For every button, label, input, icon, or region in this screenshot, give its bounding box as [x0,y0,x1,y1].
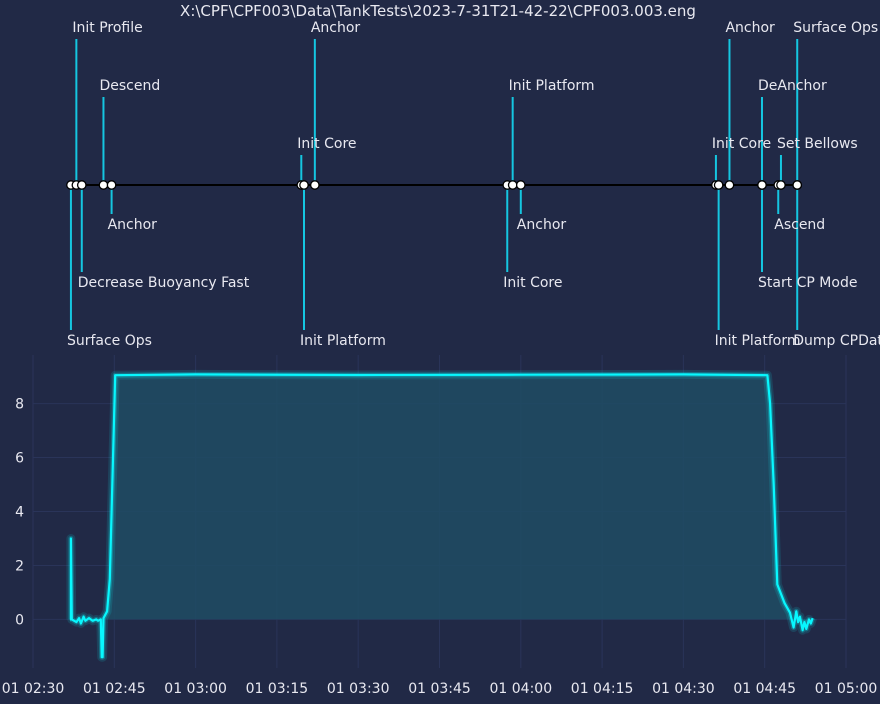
event-marker [76,180,87,190]
event-label: Decrease Buoyancy Fast [78,275,250,291]
y-tick-label: 6 [15,451,24,467]
chart-figure: X:\CPF\CPF003\Data\TankTests\2023-7-31T2… [2,2,880,697]
x-tick-label: 01 04:45 [733,681,796,697]
depth-area-fill [70,374,813,658]
event-label: Anchor [311,20,361,36]
event-label: Init Platform [715,333,801,349]
event-label: Anchor [725,20,775,36]
timeline-plot: Surface Ops Init Profile Decrease Buoyancy… [66,20,880,349]
x-tick-label: 01 04:15 [571,681,634,697]
event-label: DeAnchor [758,78,827,94]
event-label: Init Profile [72,20,142,36]
event-label: Anchor [517,217,567,233]
event-label: Surface Ops [793,20,878,36]
x-tick-label: 01 03:15 [246,681,309,697]
y-tick-label: 8 [15,397,24,413]
event-label: Init Platform [300,333,386,349]
event-label: Descend [99,78,160,94]
event-label: Init Core [712,136,771,152]
event-label: Dump CPData [793,333,880,349]
chart-canvas: X:\CPF\CPF003\Data\TankTests\2023-7-31T2… [0,0,880,700]
event-label: Ascend [774,217,825,233]
event-marker [792,180,803,190]
y-tick-label: 0 [15,612,24,628]
event-marker [309,180,320,190]
x-tick-label: 01 03:30 [327,681,390,697]
event-marker [515,180,526,190]
x-tick-label: 01 02:45 [83,681,146,697]
event-label: Anchor [108,217,158,233]
event-label: Set Bellows [777,136,858,152]
depth-plot: 01 02:30 01 02:45 01 03:00 01 03:15 01 03:30… [2,355,878,697]
event-label: Surface Ops [67,333,152,349]
event-label: Init Core [297,136,356,152]
event-marker [776,180,786,190]
event-marker [757,180,767,190]
event-marker [507,180,518,190]
event-label: Init Platform [509,78,595,94]
event-label: Start CP Mode [758,275,857,291]
x-tick-label: 01 04:00 [489,681,552,697]
x-tick-label: 01 05:00 [815,681,878,697]
event-marker [106,180,117,190]
y-tick-label: 2 [15,558,24,574]
x-tick-label: 01 02:30 [2,681,65,697]
event-marker [713,180,724,190]
chart-title: X:\CPF\CPF003\Data\TankTests\2023-7-31T2… [180,2,696,20]
event-marker [98,180,109,190]
x-tick-label: 01 03:00 [164,681,227,697]
x-tick-label: 01 04:30 [652,681,715,697]
event-label: Init Core [503,275,562,291]
event-marker [299,180,309,190]
x-tick-label: 01 03:45 [408,681,471,697]
event-marker [724,180,735,190]
y-tick-label: 4 [15,505,24,521]
